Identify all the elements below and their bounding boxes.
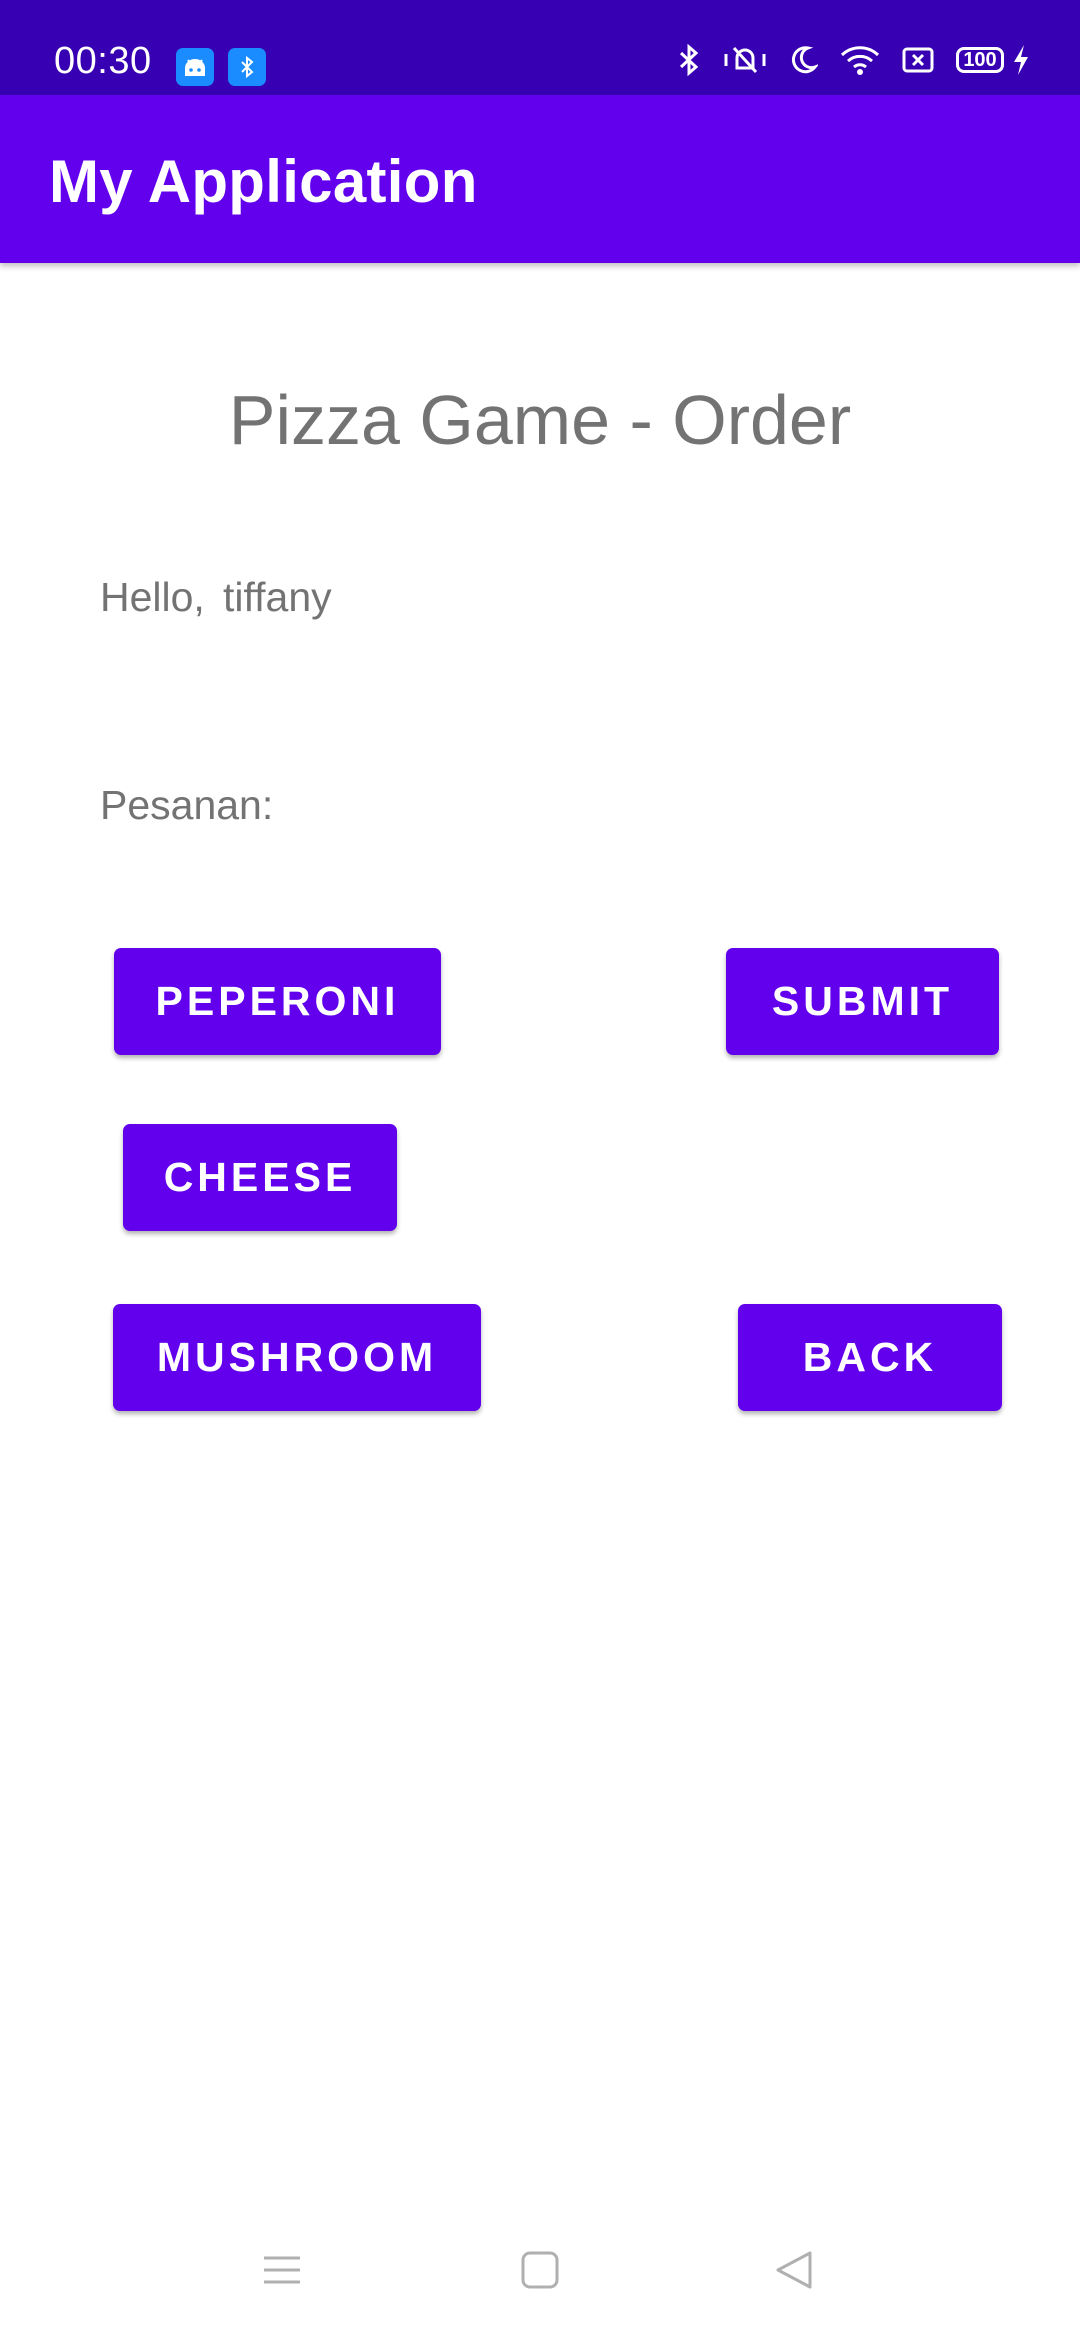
back-button[interactable]: BACK xyxy=(738,1304,1002,1411)
battery-icon: 100 xyxy=(956,47,1004,73)
home-icon[interactable] xyxy=(520,2250,560,2290)
moon-icon xyxy=(792,46,818,74)
charging-icon xyxy=(1014,45,1028,75)
back-icon[interactable] xyxy=(774,2250,814,2290)
username-text: tiffany xyxy=(223,574,332,620)
status-bar: 00:30 100 xyxy=(0,0,1080,95)
page-title: Pizza Game - Order xyxy=(228,381,852,459)
mushroom-button[interactable]: MUSHROOM xyxy=(113,1304,481,1411)
status-time: 00:30 xyxy=(54,40,152,82)
peperoni-button[interactable]: PEPERONI xyxy=(114,948,441,1055)
app-bar: My Application xyxy=(0,95,1080,263)
order-label: Pesanan: xyxy=(100,782,274,828)
android-notification-icon xyxy=(176,48,214,86)
greeting-label: Hello, xyxy=(100,574,205,620)
wifi-icon xyxy=(840,46,880,75)
screen-record-icon xyxy=(902,47,934,73)
menu-icon[interactable] xyxy=(262,2250,302,2290)
cheese-button[interactable]: CHEESE xyxy=(123,1124,397,1231)
navigation-bar xyxy=(0,2230,1080,2340)
bluetooth-icon xyxy=(679,44,699,76)
vibrate-icon xyxy=(724,46,766,74)
submit-button[interactable]: SUBMIT xyxy=(726,948,999,1055)
bluetooth-notification-icon xyxy=(228,48,266,86)
app-title: My Application xyxy=(49,148,478,215)
